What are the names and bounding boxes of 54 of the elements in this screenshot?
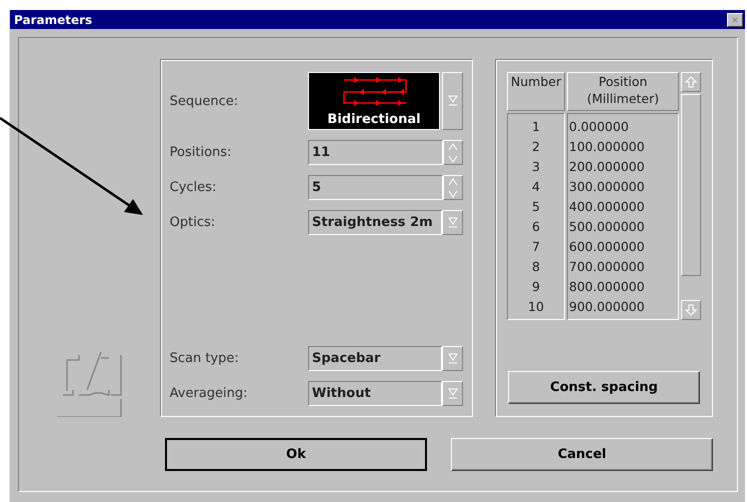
sequence-preview[interactable]: Bidirectional bbox=[308, 72, 440, 130]
dropdown-arrow-icon bbox=[448, 216, 458, 228]
spinner-control[interactable] bbox=[443, 175, 463, 200]
field-label: Cycles: bbox=[170, 180, 216, 195]
spinner-control[interactable] bbox=[443, 140, 463, 165]
table-cell-text: 4 bbox=[531, 178, 541, 196]
table-cell-text: 1 bbox=[531, 118, 541, 136]
field-label: Sequence: bbox=[170, 94, 238, 108]
window-title: Parameters bbox=[14, 12, 92, 26]
dropdown-button[interactable] bbox=[442, 210, 463, 235]
table-cell-text: 6 bbox=[531, 218, 541, 236]
dropdown-arrow-icon bbox=[448, 95, 458, 107]
dropdown-button[interactable] bbox=[442, 346, 463, 371]
scrollbar[interactable] bbox=[681, 72, 701, 320]
up-down-arrows-icon bbox=[447, 176, 459, 200]
table-cell-text: 5 bbox=[531, 198, 541, 216]
table-cell-text: 400.000000 bbox=[568, 198, 646, 216]
table-cell-text: 0.000000 bbox=[568, 118, 630, 136]
sequence-value: Bidirectional bbox=[327, 112, 421, 127]
field-label: Positions: bbox=[170, 145, 232, 160]
dropdown-field[interactable]: Straightness 2m bbox=[308, 210, 442, 235]
dropdown-arrow-icon bbox=[448, 352, 458, 364]
field-label: Optics: bbox=[170, 215, 216, 230]
dropdown-button[interactable] bbox=[442, 381, 463, 406]
dropdown-field[interactable]: Spacebar bbox=[308, 346, 442, 371]
table-cell-text: 200.000000 bbox=[568, 158, 646, 176]
const-spacing-button[interactable]: Const. spacing bbox=[508, 371, 700, 404]
field-label: Averageing: bbox=[170, 386, 248, 401]
column-header: Number bbox=[507, 72, 565, 111]
dropdown-arrow-icon bbox=[448, 388, 458, 400]
down-arrow-icon bbox=[685, 304, 697, 316]
table-cell-text: 500.000000 bbox=[568, 218, 646, 236]
up-down-arrows-icon bbox=[447, 140, 459, 164]
table-cell-text: 700.000000 bbox=[568, 258, 646, 276]
column-header: Position (Millimeter) bbox=[567, 72, 679, 111]
table-cell-text: 600.000000 bbox=[568, 238, 646, 256]
cancel-button[interactable]: Cancel bbox=[451, 438, 713, 471]
table-cell-text: 3 bbox=[531, 158, 541, 176]
up-arrow-icon bbox=[685, 76, 697, 88]
table-cell-text: 8 bbox=[531, 258, 541, 276]
number-field[interactable]: 11 bbox=[308, 140, 443, 165]
field-label: Scan type: bbox=[170, 351, 239, 366]
table-cell-text: 900.000000 bbox=[568, 298, 646, 316]
ok-button[interactable]: Ok bbox=[165, 438, 427, 471]
table-cell-text: 800.000000 bbox=[568, 278, 646, 296]
table-cell-text: 10 bbox=[527, 298, 545, 316]
number-field[interactable]: 5 bbox=[308, 175, 443, 200]
dropdown-button[interactable] bbox=[442, 72, 463, 130]
table-cell-text: 2 bbox=[531, 138, 541, 156]
table-cell-text: 300.000000 bbox=[568, 178, 646, 196]
table-cell-text: 7 bbox=[531, 238, 541, 256]
table-cell-text: 100.000000 bbox=[568, 138, 646, 156]
table-cell-text: 9 bbox=[531, 278, 541, 296]
dropdown-field[interactable]: Without bbox=[308, 381, 442, 406]
